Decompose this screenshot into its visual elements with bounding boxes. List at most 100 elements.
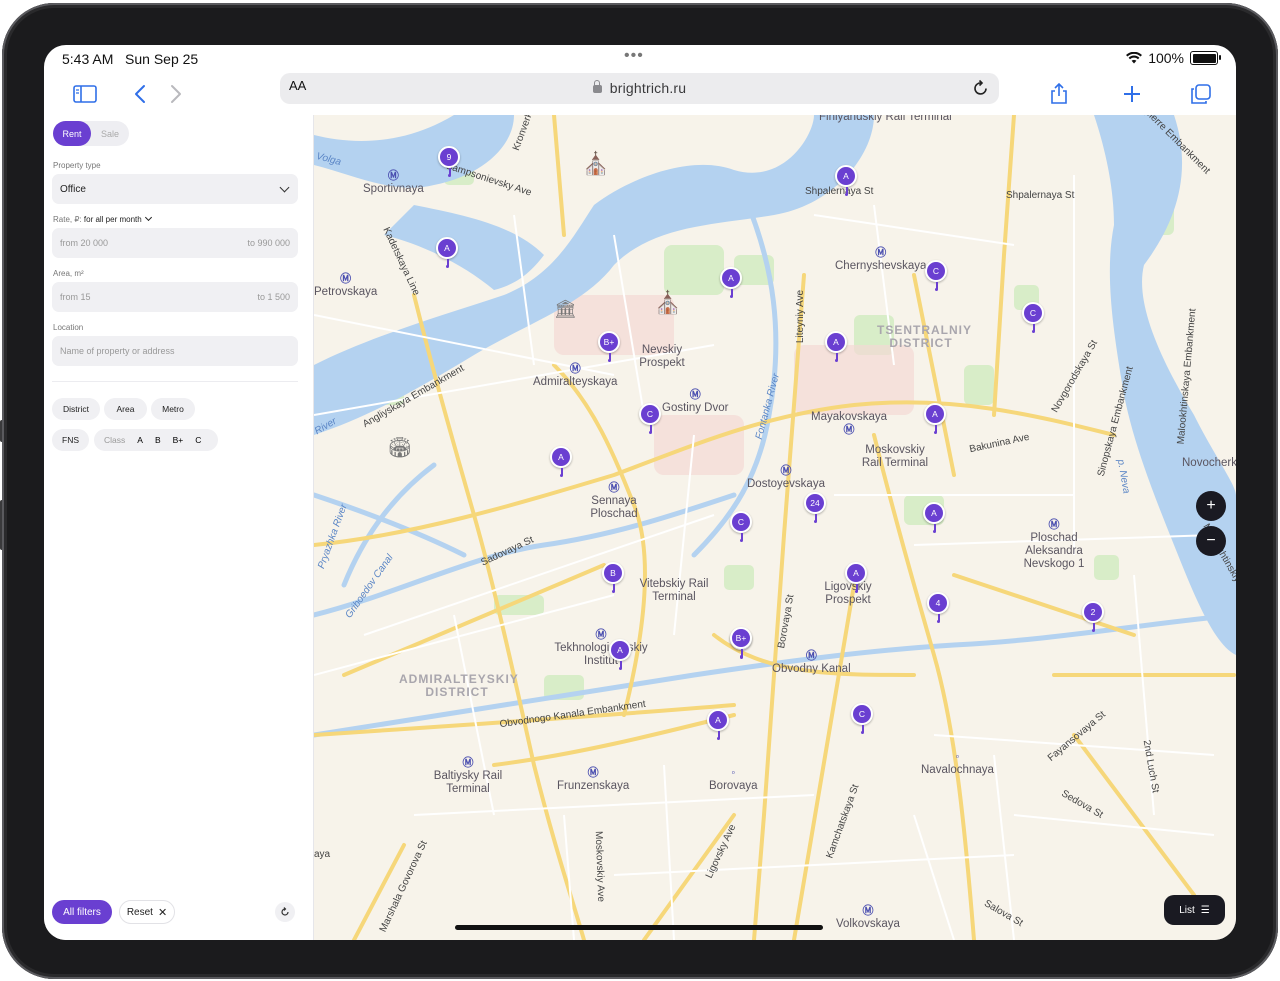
property-pin[interactable]: A: [845, 562, 867, 593]
area-from-input[interactable]: from 15: [60, 292, 91, 302]
class-a-option[interactable]: A: [131, 435, 149, 445]
rent-tab[interactable]: Rent: [53, 121, 91, 146]
district-chip[interactable]: District: [52, 398, 100, 420]
property-pin[interactable]: 4: [927, 592, 949, 623]
property-pin[interactable]: B+: [598, 331, 620, 362]
rate-range-field[interactable]: from 20 000 to 990 000: [52, 228, 298, 258]
new-tab-icon[interactable]: [1117, 79, 1147, 109]
property-pin[interactable]: B+: [730, 627, 752, 658]
map-label-ploschad-nevskogo: Ⓜ Ploschad Aleksandra Nevskogo 1: [1023, 519, 1085, 570]
location-placeholder: Name of property or address: [60, 346, 175, 356]
sidebar-toggle-icon[interactable]: [70, 79, 100, 109]
map-label-baltiysky-terminal: Ⓜ Baltiysky Rail Terminal: [433, 757, 503, 795]
property-pin[interactable]: A: [550, 446, 572, 477]
status-right: 100%: [1126, 50, 1221, 66]
map-label-admiralteyskaya: Ⓜ Admiralteyskaya: [533, 363, 618, 388]
map-label-liteyniy: Liteyniy Ave: [795, 289, 807, 344]
map-label-borovaya: ◦ Borovaya: [709, 767, 758, 792]
fns-chip[interactable]: FNS: [52, 429, 89, 451]
location-input[interactable]: Name of property or address: [52, 336, 298, 366]
rate-period-chevron-icon: [144, 213, 152, 222]
lock-icon: [592, 80, 602, 93]
map-label-moskovskiy-terminal: Moskovskiy Rail Terminal: [861, 444, 929, 469]
close-icon: ✕: [157, 906, 168, 919]
rate-label: Rate, ₽: for all per month: [53, 213, 152, 224]
address-bar[interactable]: AA brightrich.ru: [280, 73, 999, 104]
property-pin[interactable]: C: [925, 260, 947, 291]
zoom-in-button[interactable]: +: [1196, 491, 1226, 521]
property-type-select[interactable]: Office: [52, 174, 298, 204]
battery-icon: [1190, 51, 1221, 65]
map-label-sennaya: Ⓜ Sennaya Ploschad: [590, 482, 638, 520]
area-label: Area, m²: [53, 269, 84, 278]
class-filter: Class A B B+ C: [94, 429, 218, 451]
property-pin[interactable]: A: [707, 709, 729, 740]
divider: [52, 381, 298, 382]
map-label-gostiny-dvor: Ⓜ Gostiny Dvor: [662, 389, 729, 414]
share-icon[interactable]: [1044, 79, 1074, 109]
area-to-input[interactable]: to 1 500: [257, 292, 290, 302]
class-bplus-option[interactable]: B+: [167, 435, 190, 445]
map-label-sportivnaya: Ⓜ Sportivnaya: [363, 170, 424, 195]
map-label-petrovskaya: Ⓜ Petrovskaya: [314, 273, 378, 298]
zoom-out-button[interactable]: −: [1196, 526, 1226, 556]
church-landmark-icon: ⛪: [654, 290, 682, 315]
rent-sale-toggle[interactable]: Rent Sale: [53, 121, 129, 146]
map-label-obvodny-kanal: Ⓜ Obvodny Kanal: [772, 650, 851, 675]
home-indicator[interactable]: [455, 925, 823, 930]
property-pin[interactable]: A: [825, 331, 847, 362]
sale-tab[interactable]: Sale: [91, 121, 129, 146]
map-label-volkovskaya: Ⓜ Volkovskaya: [836, 905, 900, 930]
map-label-tekhnologicheskiy: Ⓜ Tekhnologicheskiy Institut: [554, 629, 648, 667]
property-pin[interactable]: B: [602, 562, 624, 593]
list-view-button[interactable]: List ☰: [1164, 895, 1225, 925]
property-pin[interactable]: A: [609, 639, 631, 670]
property-type-label: Property type: [53, 161, 101, 170]
stadium-landmark-icon: 🏟: [387, 437, 413, 459]
property-pin[interactable]: C: [639, 403, 661, 434]
metro-chip[interactable]: Metro: [151, 398, 195, 420]
location-label: Location: [53, 323, 84, 332]
property-map[interactable]: Finlyandskiy Rail Terminal Ⓜ Sportivnaya …: [314, 115, 1236, 940]
map-label-frunzenskaya: Ⓜ Frunzenskaya: [557, 767, 630, 792]
property-pin[interactable]: A: [924, 403, 946, 434]
chevron-down-icon: [279, 182, 290, 193]
forward-chevron-icon[interactable]: [161, 79, 191, 109]
class-b-option[interactable]: B: [149, 435, 167, 445]
property-pin[interactable]: A: [923, 502, 945, 533]
map-label-chernyshevskaya: Ⓜ Chernyshevskaya: [835, 247, 927, 272]
refresh-search-icon[interactable]: [275, 902, 295, 922]
property-pin[interactable]: A: [835, 165, 857, 196]
multitasking-dots[interactable]: •••: [624, 47, 644, 65]
reload-icon[interactable]: [973, 79, 989, 97]
area-chip[interactable]: Area: [104, 398, 147, 420]
map-label-nevskiy-prospekt: Nevskiy Prospekt: [639, 344, 685, 369]
property-pin[interactable]: C: [1022, 302, 1044, 333]
tabs-overview-icon[interactable]: [1186, 79, 1216, 109]
all-filters-button[interactable]: All filters: [52, 900, 112, 924]
rate-to-input[interactable]: to 990 000: [247, 238, 290, 248]
back-chevron-icon[interactable]: [125, 79, 155, 109]
map-label-shpalernaya-1: Shpalernaya St: [805, 186, 874, 197]
rate-from-input[interactable]: from 20 000: [60, 238, 108, 248]
property-pin[interactable]: C: [730, 511, 752, 542]
class-c-option[interactable]: C: [189, 435, 207, 445]
property-pin[interactable]: 24: [804, 492, 826, 523]
map-label-ulitsa: aya: [314, 849, 331, 860]
property-pin[interactable]: C: [851, 703, 873, 734]
property-pin[interactable]: A: [720, 267, 742, 298]
class-label: Class: [104, 435, 126, 445]
area-range-field[interactable]: from 15 to 1 500: [52, 282, 298, 312]
map-label-shpalernaya-2: Shpalernaya St: [1006, 190, 1075, 201]
status-bar: 5:43 AM Sun Sep 25 ••• 100%: [44, 45, 1236, 73]
list-icon: ☰: [1200, 904, 1210, 916]
wifi-icon: [1126, 52, 1143, 64]
cathedral-landmark-icon: ⛪: [582, 151, 610, 176]
rate-period-dropdown[interactable]: for all per month: [84, 215, 142, 224]
property-pin[interactable]: A: [436, 237, 458, 268]
map-label-novocherk: Novocherk: [1182, 457, 1236, 469]
reset-button[interactable]: Reset ✕: [119, 900, 175, 924]
property-pin[interactable]: 9: [438, 146, 460, 177]
url-display: brightrich.ru: [280, 80, 999, 96]
property-pin[interactable]: 2: [1082, 601, 1104, 632]
